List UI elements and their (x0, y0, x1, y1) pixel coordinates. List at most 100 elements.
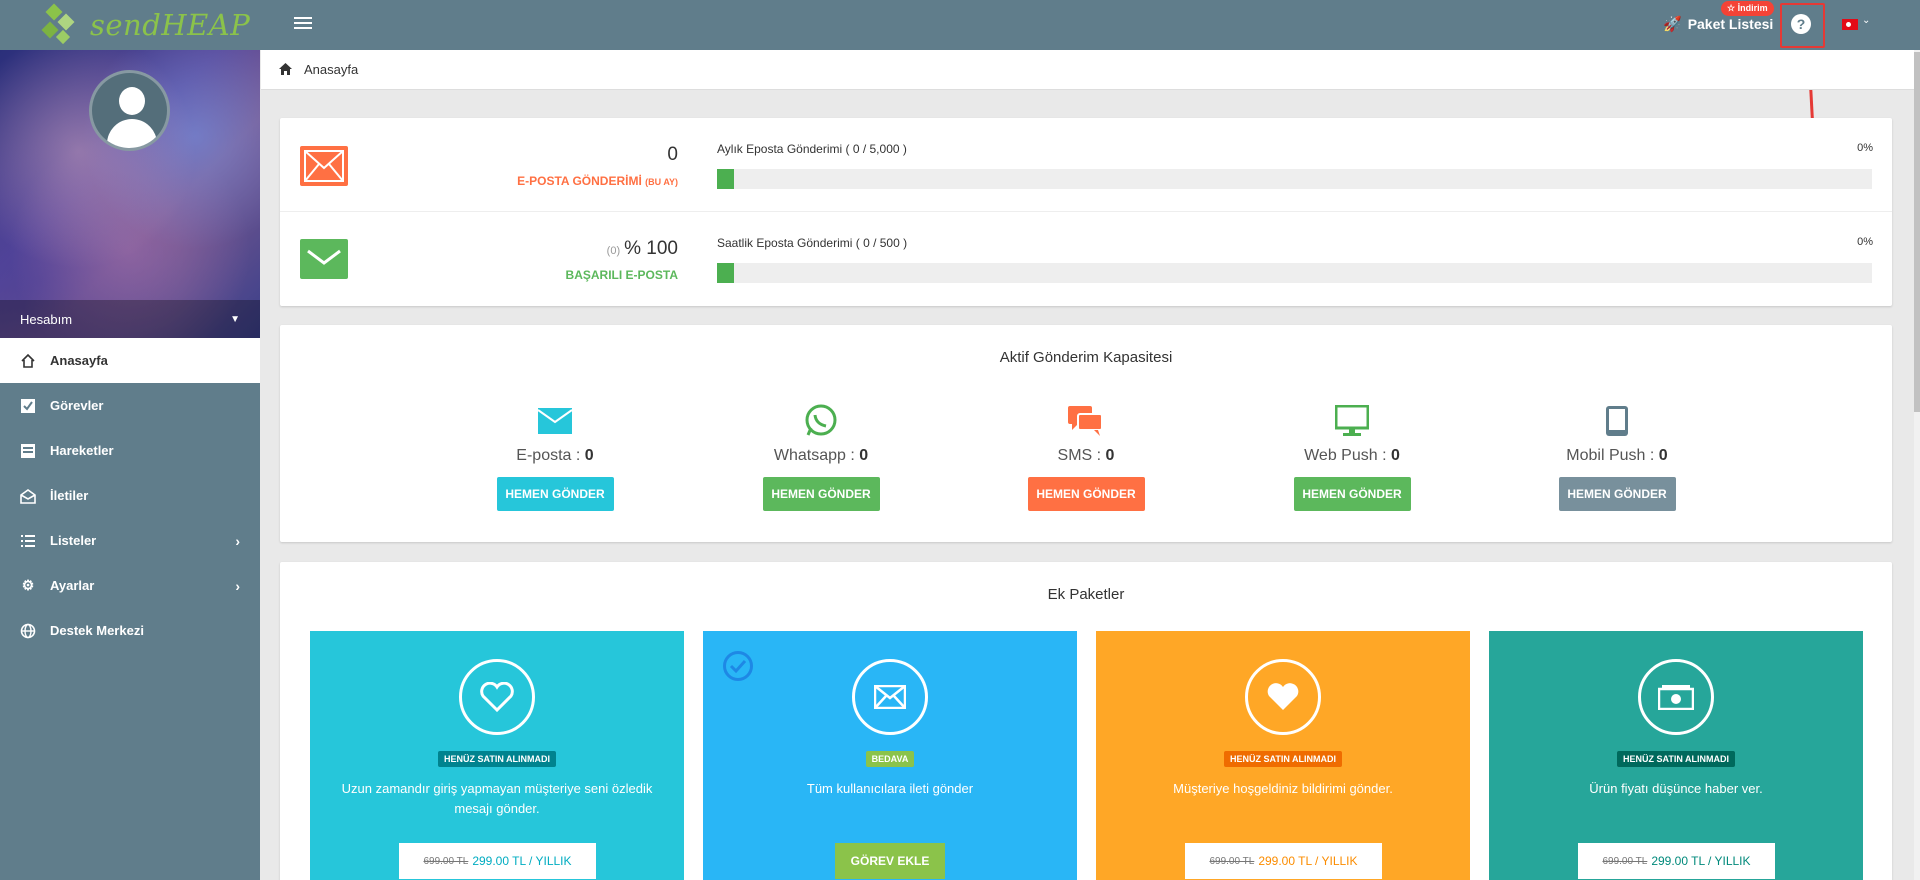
list-box-icon (20, 443, 36, 459)
hourly-send-label: Saatlik Eposta Gönderimi ( 0 / 500 ) (717, 236, 908, 250)
channel-email: E-posta : 0 HEMEN GÖNDER (455, 405, 655, 511)
success-label: BAŞARILI E-POSTA (565, 268, 678, 282)
status-badge: HENÜZ SATIN ALINMADI (438, 751, 556, 767)
profile-header: Hesabım ▼ (0, 50, 260, 338)
package-card-welcome[interactable]: HENÜZ SATIN ALINMADI Müşteriye hoşgeldin… (1096, 631, 1470, 880)
check-circle-icon (723, 651, 753, 681)
monthly-progress-fill (717, 169, 735, 189)
sidebar: Hesabım ▼ Anasayfa Görevler Hareketler İ… (0, 50, 260, 880)
sidebar-item-anasayfa[interactable]: Anasayfa (0, 338, 260, 383)
home-icon[interactable] (279, 62, 292, 78)
status-badge: HENÜZ SATIN ALINMADI (1224, 751, 1342, 767)
sidebar-item-gorevler[interactable]: Görevler (0, 383, 260, 428)
home-icon (20, 353, 36, 369)
channel-label: Whatsapp : 0 (773, 447, 869, 464)
monthly-send-percent: 0% (1857, 142, 1873, 154)
whatsapp-icon (721, 404, 921, 437)
channel-whatsapp: Whatsapp : 0 HEMEN GÖNDER (721, 404, 921, 511)
send-now-button[interactable]: HEMEN GÖNDER (1293, 477, 1411, 511)
gear-icon: ⚙ (21, 577, 35, 593)
checkbox-icon (20, 398, 36, 414)
capacity-card: Aktif Gönderim Kapasitesi E-posta : 0 HE… (280, 325, 1892, 542)
scrollbar-thumb[interactable] (1914, 52, 1920, 412)
send-now-button[interactable]: HEMEN GÖNDER (1027, 477, 1145, 511)
envelope-open-icon (20, 488, 36, 504)
tablet-icon (1517, 405, 1717, 437)
email-sent-row: 0 E-POSTA GÖNDERİMİ (BU AY) Aylık Eposta… (280, 118, 1892, 212)
monitor-icon (1252, 405, 1452, 437)
package-card-miss-you[interactable]: HENÜZ SATIN ALINMADI Uzun zamandır giriş… (310, 631, 684, 880)
capacity-title: Aktif Gönderim Kapasitesi (999, 349, 1173, 366)
account-label: Hesabım (20, 311, 73, 327)
channel-label: SMS : 0 (1057, 447, 1115, 464)
list-icon (20, 533, 36, 549)
sidebar-item-label: Anasayfa (50, 353, 108, 368)
price-button[interactable]: 699.00 TL 299.00 TL / YILLIK (1578, 843, 1775, 879)
package-card-broadcast[interactable]: BEDAVA Tüm kullanıcılara ileti gönder GÖ… (703, 631, 1077, 880)
channel-web-push: Web Push : 0 HEMEN GÖNDER (1252, 405, 1452, 511)
hourly-progress-bar (717, 263, 1872, 283)
money-icon (1638, 659, 1714, 735)
package-description: Müşteriye hoşgeldiniz bildirimi gönder. (1173, 781, 1393, 796)
package-list-label: Paket Listesi (1687, 16, 1774, 32)
sidebar-item-label: İletiler (50, 488, 89, 503)
email-stats-card: 0 E-POSTA GÖNDERİMİ (BU AY) Aylık Eposta… (280, 118, 1892, 306)
package-list-link[interactable]: 🚀 Paket Listesi (1663, 15, 1773, 33)
logo-text: sendHEAP (90, 8, 251, 42)
sidebar-item-hareketler[interactable]: Hareketler (0, 428, 260, 473)
channel-mobile-push: Mobil Push : 0 HEMEN GÖNDER (1517, 405, 1717, 511)
channel-sms: SMS : 0 HEMEN GÖNDER (986, 405, 1186, 511)
globe-icon (20, 623, 36, 639)
envelope-icon (455, 405, 655, 437)
sidebar-menu: Anasayfa Görevler Hareketler İletiler Li… (0, 338, 260, 653)
discount-badge: ☆ İndirim (1721, 1, 1774, 16)
chevron-down-icon: ▼ (230, 313, 240, 325)
envelope-icon (300, 239, 348, 279)
sidebar-item-destek-merkezi[interactable]: Destek Merkezi (0, 608, 260, 653)
send-now-button[interactable]: HEMEN GÖNDER (496, 477, 614, 511)
price-button[interactable]: 699.00 TL 299.00 TL / YILLIK (399, 843, 596, 879)
sidebar-item-ayarlar[interactable]: ⚙ Ayarlar › (0, 563, 260, 608)
package-description: Uzun zamandır giriş yapmayan müşteriye s… (341, 781, 653, 816)
logo[interactable]: sendHEAP (38, 0, 250, 50)
status-badge: HENÜZ SATIN ALINMADI (1617, 751, 1735, 767)
menu-toggle-icon[interactable] (294, 17, 312, 31)
monthly-send-label: Aylık Eposta Gönderimi ( 0 / 5,000 ) (717, 142, 907, 156)
sidebar-item-label: Listeler (50, 533, 97, 548)
success-value: (0)% 100 (606, 238, 678, 259)
chat-bubbles-icon (986, 405, 1186, 437)
send-now-button[interactable]: HEMEN GÖNDER (1558, 477, 1676, 511)
account-menu[interactable]: Hesabım ▼ (0, 300, 260, 338)
packages-card: Ek Paketler HENÜZ SATIN ALINMADI Uzun za… (280, 562, 1892, 880)
package-description: Tüm kullanıcılara ileti gönder (806, 781, 974, 796)
breadcrumb-current[interactable]: Anasayfa (304, 62, 358, 77)
sidebar-item-label: Görevler (50, 398, 104, 413)
chevron-right-icon: › (235, 577, 240, 594)
channel-label: Mobil Push : 0 (1566, 447, 1668, 464)
heart-outline-icon (459, 659, 535, 735)
hourly-send-percent: 0% (1857, 236, 1873, 248)
packages-title: Ek Paketler (1047, 586, 1125, 603)
package-card-price-drop[interactable]: HENÜZ SATIN ALINMADI Ürün fiyatı düşünce… (1489, 631, 1863, 880)
success-row: (0)% 100 BAŞARILI E-POSTA Saatlik Eposta… (280, 212, 1892, 306)
turkey-flag-icon[interactable] (1842, 19, 1858, 30)
top-bar: sendHEAP 🚀 Paket Listesi ☆ İndirim ? ⌄ (0, 0, 1920, 50)
channel-list: E-posta : 0 HEMEN GÖNDER Whatsapp : 0 HE… (280, 404, 1892, 525)
sidebar-item-listeler[interactable]: Listeler › (0, 518, 260, 563)
logo-mark-icon (38, 2, 84, 48)
breadcrumb: Anasayfa (261, 50, 1914, 90)
sidebar-item-iletiler[interactable]: İletiler (0, 473, 260, 518)
send-now-button[interactable]: HEMEN GÖNDER (762, 477, 880, 511)
question-circle-icon[interactable]: ? (1791, 14, 1811, 34)
add-task-button[interactable]: GÖREV EKLE (835, 843, 945, 879)
channel-label: E-posta : 0 (516, 447, 594, 464)
page-scrollbar[interactable] (1914, 50, 1920, 880)
envelope-icon (300, 146, 348, 186)
email-sent-label: E-POSTA GÖNDERİMİ (BU AY) (517, 174, 678, 188)
sidebar-item-label: Hareketler (50, 443, 114, 458)
status-badge: BEDAVA (865, 751, 915, 767)
sidebar-item-label: Ayarlar (50, 578, 95, 593)
chevron-down-icon[interactable]: ⌄ (1862, 15, 1870, 26)
avatar[interactable] (89, 70, 170, 151)
price-button[interactable]: 699.00 TL 299.00 TL / YILLIK (1185, 843, 1382, 879)
